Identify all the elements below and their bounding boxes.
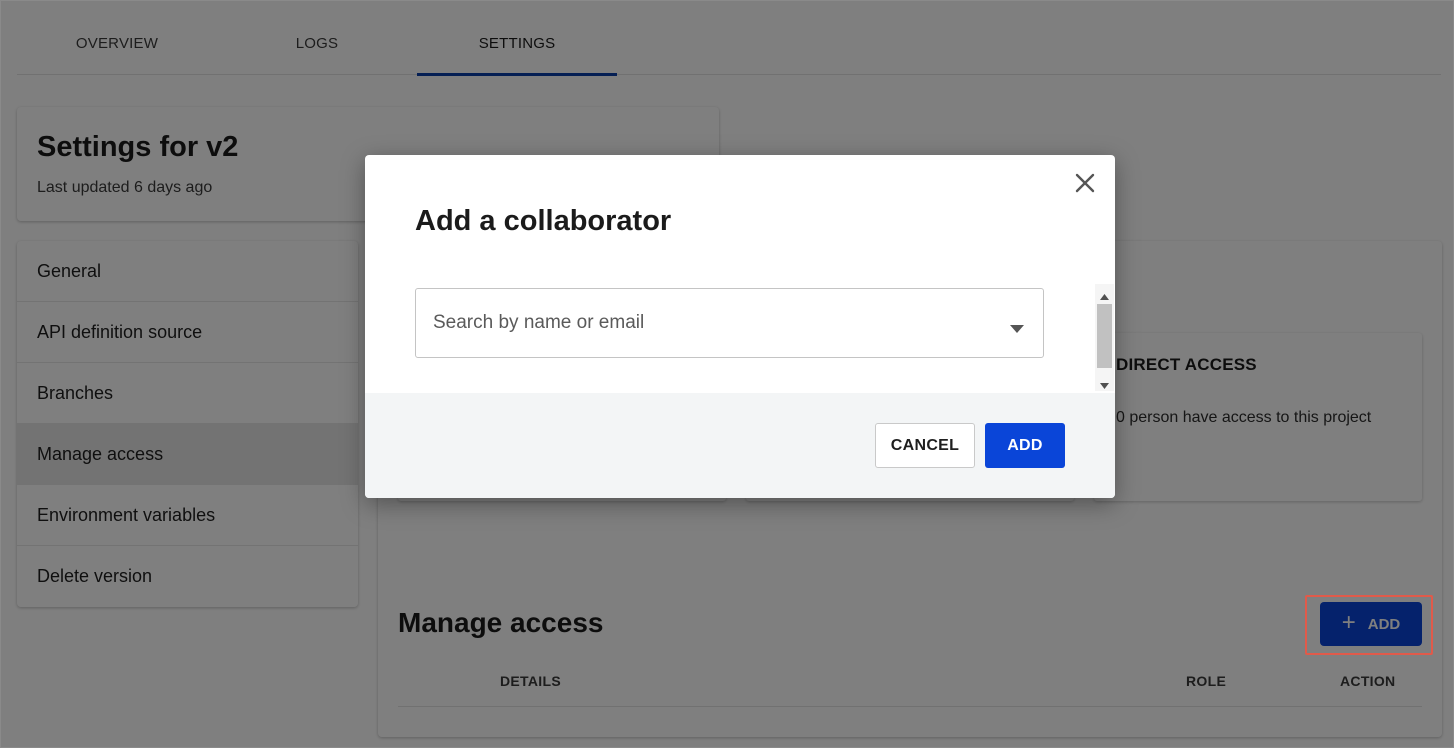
scroll-up-icon[interactable] xyxy=(1099,288,1110,300)
close-icon[interactable] xyxy=(1071,169,1099,197)
highlight-box xyxy=(1305,595,1433,655)
app-window: OVERVIEW LOGS SETTINGS Settings for v2 L… xyxy=(0,0,1454,748)
dialog-title: Add a collaborator xyxy=(415,205,672,237)
scroll-down-icon[interactable] xyxy=(1099,377,1110,389)
collaborator-search-input[interactable] xyxy=(415,288,1044,358)
cancel-button[interactable]: CANCEL xyxy=(875,423,975,468)
add-collaborator-dialog: Add a collaborator CANCEL ADD xyxy=(365,155,1115,498)
chevron-down-icon[interactable] xyxy=(1010,320,1024,333)
dialog-footer: CANCEL ADD xyxy=(365,393,1115,498)
scrollbar-thumb[interactable] xyxy=(1097,304,1112,368)
dialog-scrollbar[interactable] xyxy=(1095,284,1114,391)
confirm-add-button[interactable]: ADD xyxy=(985,423,1065,468)
